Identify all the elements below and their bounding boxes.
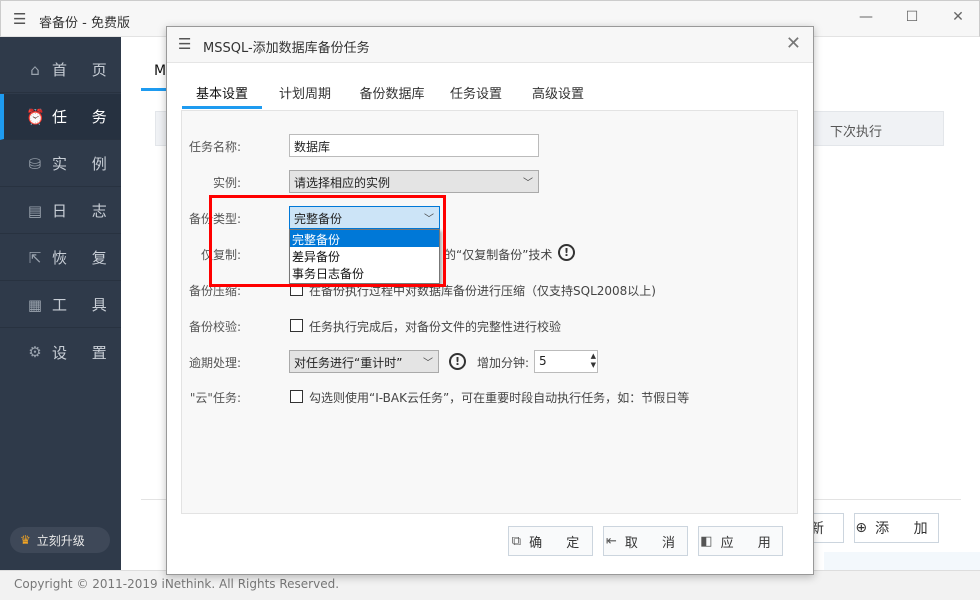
sidebar-item-label: 日 志 [52, 200, 117, 221]
home-icon: ⌂ [26, 61, 44, 79]
instance-select[interactable]: 请选择相应的实例 ﹀ [289, 170, 539, 193]
chevron-down-icon: ﹀ [423, 354, 433, 369]
task-name-label: 任务名称: [189, 138, 241, 155]
apply-label: 应 用 [721, 532, 781, 551]
gear-icon: ⚙ [26, 343, 44, 361]
database-logo-icon: ☰ [13, 10, 26, 28]
copy-only-text: 的“仅复制备份”技术 [444, 246, 552, 263]
sidebar-item-label: 首 页 [52, 59, 117, 80]
add-minutes-label: 增加分钟: [477, 354, 529, 371]
crown-icon: ♛ [20, 533, 31, 547]
sidebar-item-instances[interactable]: ⛁ 实 例 [0, 141, 121, 187]
basic-settings-panel: 任务名称: 数据库 实例: 请选择相应的实例﹀ 备份类型: 完整备份﹀ 仅复制:… [181, 110, 798, 514]
cloud-text: 勾选则使用“I-BAK云任务”，可在重要时段自动执行任务，如：节假日等 [309, 389, 689, 406]
tab-schedule[interactable]: 计划周期 [270, 75, 340, 109]
sidebar-item-tasks[interactable]: ⏰ 任 务 [0, 94, 121, 140]
alarm-clock-icon: ⏰ [26, 108, 44, 126]
ok-button[interactable]: ⧉ 确 定 [508, 526, 593, 556]
add-backup-task-dialog: ☰ MSSQL-添加数据库备份任务 ✕ 基本设置 计划周期 备份数据库 任务设置… [166, 26, 814, 575]
tab-advanced-settings[interactable]: 高级设置 [524, 75, 592, 109]
info-icon[interactable]: ! [449, 353, 466, 370]
close-button[interactable]: ✕ [943, 9, 973, 25]
verify-text: 任务执行完成后，对备份文件的完整性进行校验 [309, 318, 561, 335]
plus-circle-icon: ⊕ [855, 520, 867, 536]
info-icon[interactable]: ! [558, 244, 575, 261]
add-minutes-value: 5 [539, 354, 547, 368]
instance-label: 实例: [213, 174, 241, 191]
apply-icon: ◧ [700, 534, 712, 549]
sidebar: ⌂ 首 页 ⏰ 任 务 ⛁ 实 例 ▤ 日 志 ⇱ 恢 复 ▦ 工 具 ⚙ 设 置 ♛ 立刻升级 [0, 37, 121, 570]
add-label: 添 加 [875, 518, 937, 538]
minimize-button[interactable]: — [851, 9, 881, 25]
ok-label: 确 定 [529, 532, 589, 551]
exit-icon: ⇤ [606, 534, 617, 549]
log-icon: ▤ [26, 202, 44, 220]
verify-checkbox[interactable] [290, 319, 303, 332]
dialog-close-button[interactable]: ✕ [786, 33, 801, 54]
instance-value: 请选择相应的实例 [294, 176, 390, 190]
sidebar-item-label: 任 务 [52, 106, 117, 127]
dialog-title-bar: ☰ MSSQL-添加数据库备份任务 ✕ [167, 27, 813, 63]
tab-task-settings[interactable]: 任务设置 [442, 75, 510, 109]
tools-icon: ▦ [26, 296, 44, 314]
cloud-label: "云"任务: [190, 389, 241, 406]
tab-backup-database[interactable]: 备份数据库 [352, 75, 432, 109]
copyright: Copyright © 2011-2019 iNethink. All Righ… [14, 577, 339, 591]
cancel-label: 取 消 [625, 532, 685, 551]
maximize-button[interactable]: ☐ [897, 9, 927, 25]
verify-label: 备份校验: [189, 318, 241, 335]
spinner-arrows-icon[interactable]: ▲▼ [591, 352, 596, 370]
sidebar-item-logs[interactable]: ▤ 日 志 [0, 188, 121, 234]
overdue-label: 逾期处理: [189, 354, 241, 371]
sidebar-item-home[interactable]: ⌂ 首 页 [0, 47, 121, 93]
tab-basic-settings[interactable]: 基本设置 [182, 75, 262, 109]
add-button[interactable]: ⊕ 添 加 [854, 513, 939, 543]
copy-icon: ⧉ [512, 534, 521, 549]
cloud-checkbox[interactable] [290, 390, 303, 403]
sidebar-item-label: 恢 复 [52, 247, 117, 268]
task-name-input[interactable]: 数据库 [289, 134, 539, 157]
dialog-title: MSSQL-添加数据库备份任务 [203, 37, 370, 56]
sidebar-item-label: 设 置 [52, 342, 117, 363]
column-next-run: 下次执行 [830, 121, 882, 140]
sidebar-item-tools[interactable]: ▦ 工 具 [0, 282, 121, 328]
overdue-value: 对任务进行“重计时” [294, 356, 402, 370]
app-title: 睿备份 - 免费版 [39, 12, 130, 31]
sidebar-item-restore[interactable]: ⇱ 恢 复 [0, 235, 121, 281]
sidebar-item-label: 工 具 [52, 294, 117, 315]
restore-icon: ⇱ [26, 249, 44, 267]
highlight-box [209, 195, 446, 287]
database-icon: ⛁ [26, 155, 44, 173]
apply-button[interactable]: ◧ 应 用 [698, 526, 783, 556]
overdue-select[interactable]: 对任务进行“重计时” ﹀ [289, 350, 439, 373]
cancel-button[interactable]: ⇤ 取 消 [603, 526, 688, 556]
sidebar-item-settings[interactable]: ⚙ 设 置 [0, 329, 121, 375]
sidebar-item-label: 实 例 [52, 153, 117, 174]
upgrade-button[interactable]: ♛ 立刻升级 [10, 527, 110, 553]
chevron-down-icon: ﹀ [523, 174, 533, 189]
database-icon: ☰ [178, 35, 191, 53]
add-minutes-stepper[interactable]: 5 ▲▼ [534, 350, 598, 373]
upgrade-label: 立刻升级 [37, 532, 85, 549]
